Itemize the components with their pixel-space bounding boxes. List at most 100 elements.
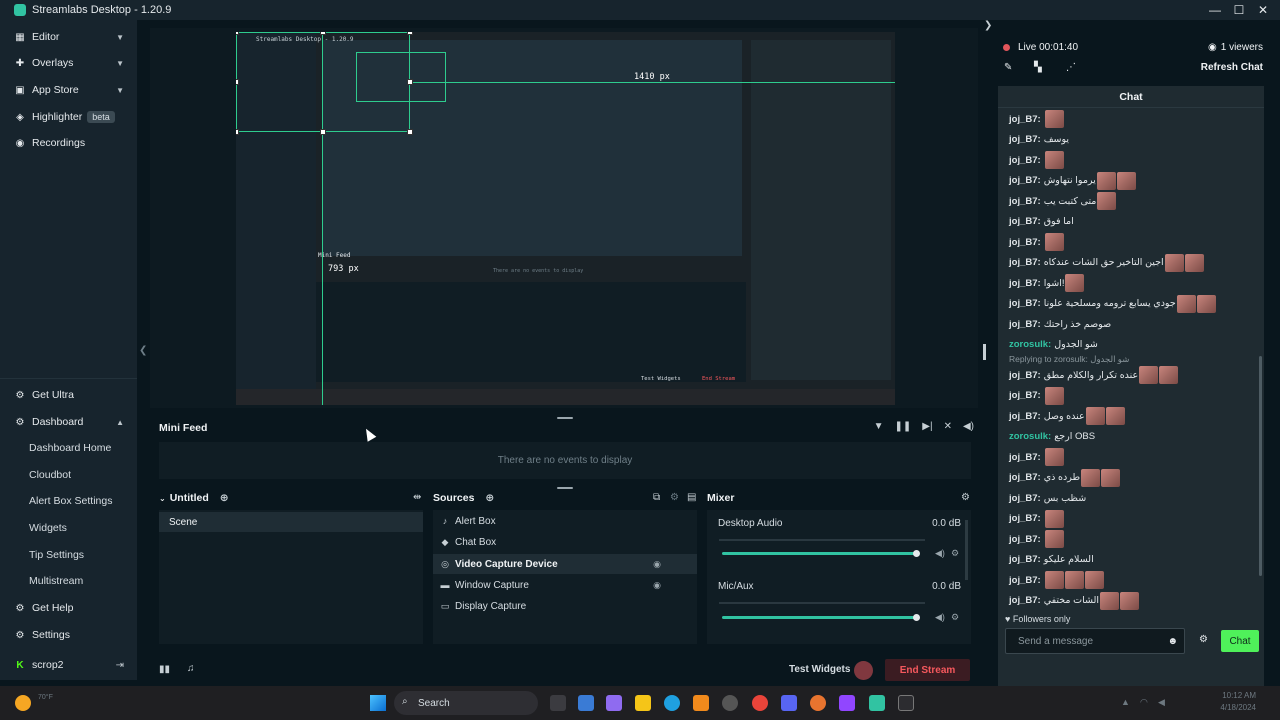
speaker-icon[interactable]: ◀) xyxy=(935,612,945,623)
emoji-icon[interactable]: ☻ xyxy=(1167,636,1178,647)
gear-icon[interactable]: ⚙ xyxy=(951,612,959,623)
chat-username[interactable]: joj_B7: xyxy=(1009,411,1041,422)
chat-username[interactable]: joj_B7: xyxy=(1009,298,1041,309)
chrome-canary-icon[interactable] xyxy=(810,695,826,711)
collapse-chevron-left-icon[interactable]: ❮ xyxy=(139,345,147,356)
stream-dashboard-icon[interactable]: ▚ xyxy=(1034,62,1042,73)
resize-handle[interactable] xyxy=(236,32,239,35)
add-source-icon[interactable]: ⊕ xyxy=(485,492,494,504)
store-icon[interactable] xyxy=(578,695,594,711)
resize-handle[interactable] xyxy=(407,129,413,135)
filter-icon[interactable]: ▼ xyxy=(874,421,884,432)
volume-slider[interactable] xyxy=(722,616,917,619)
task-view-icon[interactable] xyxy=(550,695,566,711)
chat-username[interactable]: joj_B7: xyxy=(1009,493,1041,504)
sidebar-item-cloudbot[interactable]: Cloudbot xyxy=(29,469,71,481)
sidebar-item-dashboard-home[interactable]: Dashboard Home xyxy=(29,442,111,454)
chat-username[interactable]: joj_B7: xyxy=(1009,196,1041,207)
skip-icon[interactable]: ▶| xyxy=(922,421,932,432)
sidebar-item-widgets[interactable]: Widgets xyxy=(29,522,67,534)
source-folder-icon[interactable]: ▤ xyxy=(687,492,696,503)
chevron-down-icon[interactable]: ▼ xyxy=(116,59,124,68)
source-item-display-capture[interactable]: ▭ Display Capture xyxy=(433,596,697,616)
sidebar-item-app-store[interactable]: ▣ App Store ▼ xyxy=(0,79,137,101)
cursor-app-icon[interactable] xyxy=(898,695,914,711)
chat-username[interactable]: zorosulk: xyxy=(1009,431,1051,442)
chat-username[interactable]: joj_B7: xyxy=(1009,390,1041,401)
sidebar-item-user[interactable]: K scrop2 ⇥ xyxy=(0,654,137,676)
stream-preview[interactable]: Streamlabs Desktop - 1.20.9 Mini Feed Th… xyxy=(236,32,895,405)
source-item-alert-box[interactable]: ♪ Alert Box xyxy=(433,511,697,531)
end-stream-button[interactable]: End Stream xyxy=(885,659,970,681)
chat-username[interactable]: joj_B7: xyxy=(1009,134,1041,145)
resize-handle[interactable] xyxy=(320,32,326,35)
sidebar-item-settings[interactable]: ⚙ Settings xyxy=(0,624,137,646)
chat-username[interactable]: joj_B7: xyxy=(1009,319,1041,330)
chevron-down-icon[interactable]: ⌄ xyxy=(159,494,166,503)
chat-send-button[interactable]: Chat xyxy=(1221,630,1259,652)
chat-username[interactable]: joj_B7: xyxy=(1009,575,1041,586)
scenes-title[interactable]: ⌄ Untitled ⊕ xyxy=(159,492,229,504)
add-scene-icon[interactable]: ⊕ xyxy=(220,492,229,504)
file-explorer-icon[interactable] xyxy=(635,695,651,711)
chat-username[interactable]: joj_B7: xyxy=(1009,216,1041,227)
refresh-chat-button[interactable]: Refresh Chat xyxy=(1201,62,1263,73)
chat-username[interactable]: joj_B7: xyxy=(1009,554,1041,565)
visibility-icon[interactable]: ◉ xyxy=(653,559,661,570)
chat-username[interactable]: joj_B7: xyxy=(1009,257,1041,268)
logout-icon[interactable]: ⇥ xyxy=(116,660,124,671)
chevron-up-icon[interactable]: ▲ xyxy=(116,418,124,427)
gear-icon[interactable]: ⚙ xyxy=(951,548,959,559)
weather-icon[interactable] xyxy=(15,695,31,711)
mixer-scrollbar[interactable] xyxy=(965,520,968,580)
edit-stream-info-icon[interactable]: ✎ xyxy=(1004,62,1012,73)
resize-handle[interactable] xyxy=(236,129,239,135)
source-item-chat-box[interactable]: ◆ Chat Box xyxy=(433,532,697,552)
scene-transitions-icon[interactable]: ⇹ xyxy=(413,492,421,503)
windows-start-icon[interactable] xyxy=(370,695,386,711)
chevron-down-icon[interactable]: ▼ xyxy=(116,33,124,42)
resize-handle[interactable] xyxy=(320,129,326,135)
record-button[interactable] xyxy=(854,661,873,680)
vlc-icon[interactable] xyxy=(693,695,709,711)
chat-username[interactable]: joj_B7: xyxy=(1009,452,1041,463)
sidebar-item-multistream[interactable]: Multistream xyxy=(29,575,83,587)
chat-username[interactable]: joj_B7: xyxy=(1009,155,1041,166)
edge-icon[interactable] xyxy=(664,695,680,711)
wifi-icon[interactable]: ◠ xyxy=(1140,697,1148,708)
chat-settings-gear-icon[interactable]: ⚙ xyxy=(1199,634,1208,645)
chat-username[interactable]: joj_B7: xyxy=(1009,278,1041,289)
speaker-icon[interactable]: ◀) xyxy=(935,548,945,559)
volume-icon[interactable]: ◀) xyxy=(963,421,974,432)
source-properties-icon[interactable]: ⚙ xyxy=(670,492,679,503)
chrome-icon[interactable] xyxy=(752,695,768,711)
chat-username[interactable]: joj_B7: xyxy=(1009,114,1041,125)
collapse-chevron-right-icon[interactable]: ❯ xyxy=(984,20,992,31)
volume-slider[interactable] xyxy=(722,552,917,555)
network-icon[interactable]: ▲ xyxy=(1121,697,1130,707)
volume-slider-knob[interactable] xyxy=(913,614,920,621)
chat-username[interactable]: joj_B7: xyxy=(1009,237,1041,248)
performance-stats-icon[interactable]: ▮▮ xyxy=(159,664,170,675)
twitch-icon[interactable] xyxy=(839,695,855,711)
source-group-icon[interactable]: ⧉ xyxy=(653,492,660,503)
close-button[interactable]: ✕ xyxy=(1252,0,1274,20)
chat-username[interactable]: joj_B7: xyxy=(1009,595,1041,606)
resize-handle[interactable] xyxy=(407,32,413,35)
obs-icon[interactable] xyxy=(722,695,738,711)
sidebar-item-overlays[interactable]: ✚ Overlays ▼ xyxy=(0,52,137,74)
sidebar-item-editor[interactable]: ▦ Editor ▼ xyxy=(0,26,137,48)
clock[interactable]: 10:12 AM 4/18/2024 xyxy=(1220,690,1256,714)
sidebar-item-tip-settings[interactable]: Tip Settings xyxy=(29,549,84,561)
sidebar-item-get-help[interactable]: ⚙ Get Help xyxy=(0,597,137,619)
discord-icon[interactable] xyxy=(781,695,797,711)
chat-message-input[interactable]: Send a message ☻ xyxy=(1005,628,1185,654)
pause-icon[interactable]: ❚❚ xyxy=(895,421,912,432)
visibility-icon[interactable]: ◉ xyxy=(653,580,661,591)
resize-handle[interactable] xyxy=(407,79,413,85)
test-widgets-button[interactable]: Test Widgets xyxy=(789,664,850,675)
volume-tray-icon[interactable]: ◀ xyxy=(1158,697,1165,708)
mixer-settings-gear-icon[interactable]: ⚙ xyxy=(961,492,970,503)
source-item-video-capture-device[interactable]: ◎ Video Capture Device ◉ xyxy=(433,554,697,574)
resize-handle[interactable] xyxy=(236,79,239,85)
